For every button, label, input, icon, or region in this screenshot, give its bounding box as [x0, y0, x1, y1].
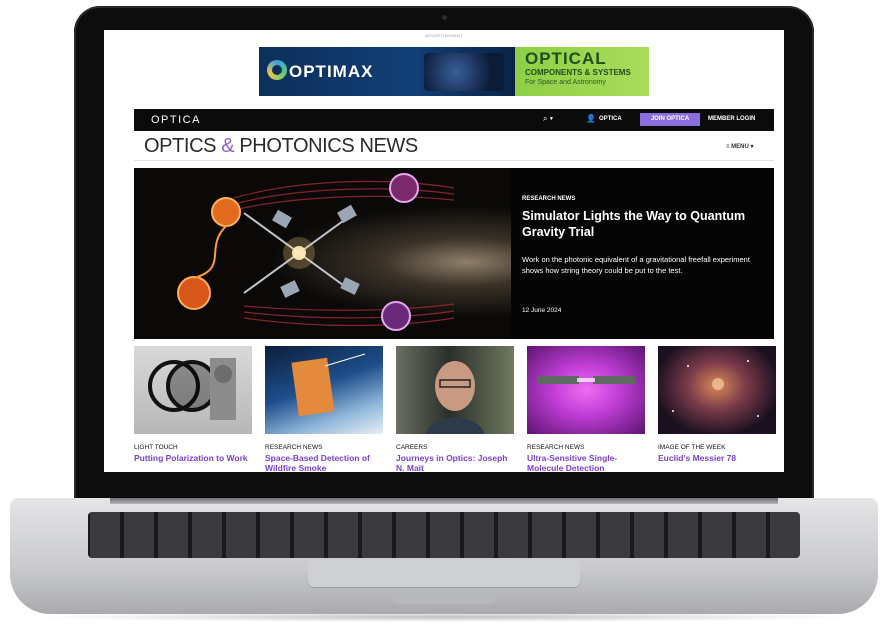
- quantum-simulation-illustration: [177, 173, 455, 331]
- article-card[interactable]: CAREERS Journeys in Optics: Joseph N. Ma…: [396, 346, 514, 472]
- site-title[interactable]: OPTICS & PHOTONICS NEWS: [144, 135, 418, 158]
- article-thumbnail[interactable]: [265, 346, 383, 434]
- search-icon[interactable]: ⌕ ▾: [543, 114, 553, 124]
- card-title[interactable]: Putting Polarization to Work: [134, 453, 252, 463]
- ad-headline: OPTICAL: [525, 49, 607, 68]
- hero-description: Work on the photonic equivalent of a gra…: [522, 255, 750, 275]
- ad-left-panel: OPTIMAX: [259, 47, 515, 96]
- menu-button[interactable]: ≡ MENU ▾: [726, 143, 754, 150]
- nebula-photo: [672, 360, 759, 417]
- article-thumbnail[interactable]: [134, 346, 252, 434]
- hero-feature[interactable]: RESEARCH NEWS Simulator Lights the Way t…: [134, 168, 774, 339]
- laptop-screen: ADVERTISEMENT OPTIMAX OPTICAL COMPONENTS…: [104, 30, 784, 472]
- card-title[interactable]: Ultra-Sensitive Single-Molecule Detectio…: [527, 453, 645, 472]
- article-card[interactable]: RESEARCH NEWS Space-Based Detection of W…: [265, 346, 383, 472]
- ad-subheadline: COMPONENTS & SYSTEMS: [525, 68, 631, 77]
- lid-notch: [390, 596, 498, 604]
- fiber-tip-photo: [537, 376, 635, 384]
- keyboard: [88, 512, 800, 558]
- article-thumbnail[interactable]: [396, 346, 514, 434]
- article-card[interactable]: LIGHT TOUCH Putting Polarization to Work: [134, 346, 252, 463]
- card-kicker: RESEARCH NEWS: [527, 444, 585, 451]
- top-bar: OPTICA ⌕ ▾ 👤 OPTICA JOIN OPTICA MEMBER L…: [134, 109, 774, 131]
- optical-part-image: [424, 53, 504, 91]
- article-card[interactable]: IMAGE OF THE WEEK Euclid's Messier 78: [658, 346, 776, 463]
- hero-title[interactable]: Simulator Lights the Way to Quantum Grav…: [522, 208, 767, 240]
- card-title[interactable]: Journeys in Optics: Joseph N. Mait: [396, 453, 514, 472]
- card-title[interactable]: Space-Based Detection of Wildfire Smoke: [265, 453, 383, 472]
- trackpad: [308, 560, 580, 588]
- portrait-photo: [426, 361, 484, 434]
- card-title[interactable]: Euclid's Messier 78: [658, 453, 776, 463]
- hero-kicker: RESEARCH NEWS: [522, 196, 576, 202]
- join-optica-button[interactable]: JOIN OPTICA: [640, 113, 700, 126]
- site-title-part2: PHOTONICS NEWS: [239, 135, 418, 157]
- ad-label: ADVERTISEMENT: [425, 33, 463, 38]
- divider: [134, 160, 774, 161]
- card-kicker: LIGHT TOUCH: [134, 444, 178, 451]
- site-title-part1: OPTICS: [144, 135, 217, 157]
- article-thumbnail[interactable]: [658, 346, 776, 434]
- hero-image: [134, 168, 511, 339]
- ad-banner[interactable]: OPTIMAX OPTICAL COMPONENTS & SYSTEMS For…: [259, 47, 649, 96]
- laptop-base: [10, 498, 878, 614]
- card-kicker: IMAGE OF THE WEEK: [658, 444, 726, 451]
- webcam: [442, 15, 447, 20]
- satellite-photo: [291, 353, 366, 417]
- ad-right-panel: OPTICAL COMPONENTS & SYSTEMS For Space a…: [515, 47, 649, 96]
- card-kicker: RESEARCH NEWS: [265, 444, 323, 451]
- article-card[interactable]: RESEARCH NEWS Ultra-Sensitive Single-Mol…: [527, 346, 645, 472]
- member-login-link[interactable]: MEMBER LOGIN: [708, 116, 755, 122]
- ad-tagline: For Space and Astronomy: [525, 79, 606, 86]
- article-thumbnail[interactable]: [527, 346, 645, 434]
- optimax-logo-icon: [267, 60, 287, 80]
- ad-brand: OPTIMAX: [289, 62, 374, 81]
- site-title-amp: &: [221, 135, 235, 157]
- hero-date: 12 June 2024: [522, 307, 562, 314]
- polarizer-photo: [148, 358, 236, 420]
- optica-logo[interactable]: OPTICA: [151, 114, 201, 126]
- card-kicker: CAREERS: [396, 444, 428, 451]
- optica-link[interactable]: OPTICA: [599, 116, 622, 122]
- laptop-hinge: [110, 498, 778, 504]
- user-icon[interactable]: 👤: [586, 114, 596, 123]
